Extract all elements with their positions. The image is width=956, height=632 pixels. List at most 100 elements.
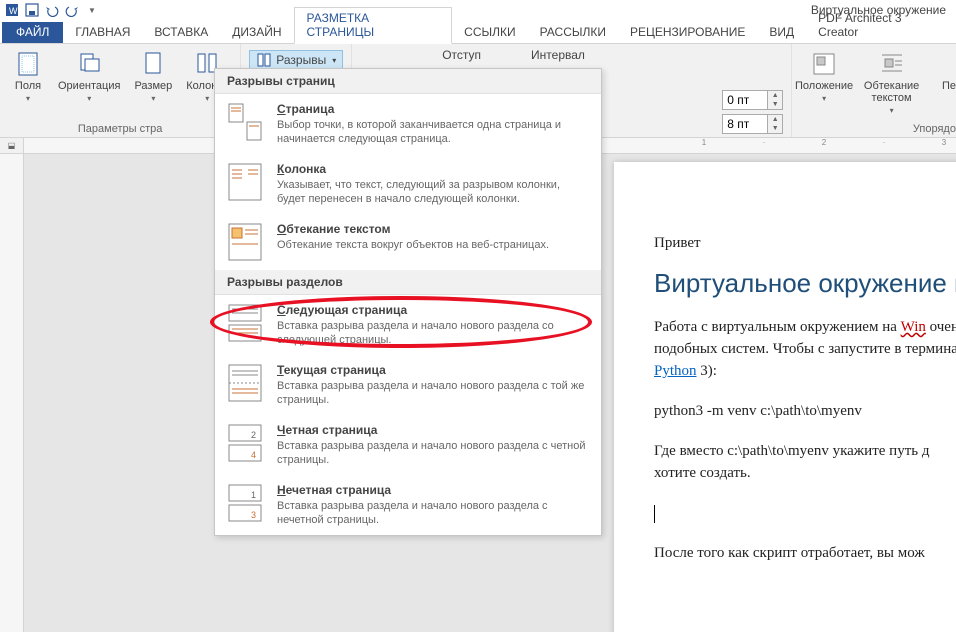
svg-text:3: 3	[251, 510, 256, 520]
continuous-break-icon	[227, 363, 263, 403]
tab-page-layout[interactable]: РАЗМЕТКА СТРАНИЦЫ	[294, 7, 453, 44]
tab-design[interactable]: ДИЗАЙН	[220, 22, 293, 43]
break-odd-page-item[interactable]: 13 Нечетная страницаВставка разрыва разд…	[215, 475, 601, 535]
dropdown-section-section-breaks: Разрывы разделов	[215, 270, 601, 295]
orientation-button[interactable]: Ориентация ▾	[54, 48, 124, 105]
ribbon-tabs: ФАЙЛ ГЛАВНАЯ ВСТАВКА ДИЗАЙН РАЗМЕТКА СТР…	[0, 20, 956, 44]
group-arrange-label: Упорядочение	[913, 121, 956, 135]
break-column-item[interactable]: КолонкаУказывает, что текст, следующий з…	[215, 154, 601, 214]
even-page-break-icon: 24	[227, 423, 263, 463]
spacing-before-spinner[interactable]: ▲▼	[722, 90, 783, 110]
break-column-desc: Указывает, что текст, следующий за разры…	[277, 178, 589, 206]
chevron-down-icon: ▾	[822, 94, 826, 103]
paragraph-3: Где вместо c:\path\to\myenv укажите путь…	[654, 440, 956, 484]
break-even-page-title: Четная страница	[277, 423, 589, 437]
vertical-ruler[interactable]	[0, 154, 24, 632]
breaks-dropdown: Разрывы страниц Страница Выбор точки, в к…	[214, 68, 602, 536]
dropdown-section-page-breaks: Разрывы страниц	[215, 69, 601, 94]
page[interactable]: Привет Виртуальное окружение на Работа с…	[614, 162, 956, 632]
break-odd-page-desc: Вставка разрыва раздела и начало нового …	[277, 499, 589, 527]
redo-icon[interactable]	[64, 2, 80, 18]
page-break-icon	[227, 102, 263, 142]
margins-icon	[14, 50, 42, 78]
position-button[interactable]: Положение ▾	[800, 48, 848, 117]
wrap-text-label: Обтекание текстом	[858, 80, 925, 104]
spacing-after-input[interactable]	[723, 117, 767, 131]
breaks-button[interactable]: Разрывы ▾	[249, 50, 343, 70]
break-continuous-title: Текущая страница	[277, 363, 589, 377]
tab-references[interactable]: ССЫЛКИ	[452, 22, 527, 43]
spacing-label: Интервал	[531, 48, 585, 62]
break-continuous-item[interactable]: Текущая страницаВставка разрыва раздела …	[215, 355, 601, 415]
svg-text:4: 4	[251, 450, 256, 460]
group-page-setup-label: Параметры стра	[78, 121, 162, 135]
spacing-after-spinner[interactable]: ▲▼	[722, 114, 783, 134]
greeting-text: Привет	[654, 232, 956, 254]
wrap-text-button[interactable]: Обтекание текстом ▾	[854, 48, 929, 117]
orientation-label: Ориентация	[58, 80, 120, 92]
indent-label: Отступ	[442, 48, 481, 62]
odd-page-break-icon: 13	[227, 483, 263, 523]
margins-label: Поля	[15, 80, 41, 92]
text-wrap-break-icon	[227, 222, 263, 262]
breaks-label: Разрывы	[276, 53, 326, 67]
chevron-down-icon: ▾	[205, 94, 209, 103]
size-label: Размер	[134, 80, 172, 92]
break-even-page-desc: Вставка разрыва раздела и начало нового …	[277, 439, 589, 467]
cursor-line	[654, 502, 956, 524]
group-page-setup: Поля ▾ Ориентация ▾ Размер ▾ Колонки ▾ П…	[0, 44, 241, 137]
svg-text:2: 2	[251, 430, 256, 440]
break-page-title: Страница	[277, 102, 589, 116]
heading-1: Виртуальное окружение на	[654, 272, 956, 294]
save-icon[interactable]	[24, 2, 40, 18]
size-button[interactable]: Размер ▾	[130, 48, 176, 105]
break-next-page-title: Следующая страница	[277, 303, 589, 317]
spin-down-icon[interactable]: ▼	[768, 100, 782, 109]
break-odd-page-title: Нечетная страница	[277, 483, 589, 497]
position-icon	[810, 50, 838, 78]
break-text-wrap-item[interactable]: Обтекание текстом Обтекание текста вокруг…	[215, 214, 601, 270]
next-page-break-icon	[227, 303, 263, 343]
margins-button[interactable]: Поля ▾	[8, 48, 48, 105]
tab-review[interactable]: РЕЦЕНЗИРОВАНИЕ	[618, 22, 757, 43]
spin-down-icon[interactable]: ▼	[768, 124, 782, 133]
tab-home[interactable]: ГЛАВНАЯ	[63, 22, 142, 43]
break-next-page-item[interactable]: Следующая страница Вставка разрыва раздел…	[215, 295, 601, 355]
wrap-text-icon	[878, 50, 906, 78]
tab-insert[interactable]: ВСТАВКА	[142, 22, 220, 43]
qat-dropdown-icon[interactable]: ▼	[84, 2, 100, 18]
chevron-down-icon: ▾	[890, 106, 894, 115]
position-label: Положение	[795, 80, 853, 92]
break-page-item[interactable]: Страница Выбор точки, в которой заканчива…	[215, 94, 601, 154]
break-text-wrap-title: Обтекание текстом	[277, 222, 589, 236]
spin-up-icon[interactable]: ▲	[768, 115, 782, 124]
size-icon	[139, 50, 167, 78]
chevron-down-icon: ▾	[332, 56, 336, 65]
break-text-wrap-desc: Обтекание текста вокруг объектов на веб-…	[277, 238, 589, 252]
spin-up-icon[interactable]: ▲	[768, 91, 782, 100]
spacing-before-input[interactable]	[723, 93, 767, 107]
paragraph-1: Работа с виртуальным окружением на Win о…	[654, 316, 956, 382]
quick-access-toolbar: W ▼	[4, 2, 100, 18]
breaks-icon	[256, 52, 272, 68]
word-icon[interactable]: W	[4, 2, 20, 18]
tab-file[interactable]: ФАЙЛ	[2, 22, 63, 43]
tab-mailings[interactable]: РАССЫЛКИ	[528, 22, 618, 43]
bring-forward-button[interactable]: Переместить вперед ▾	[935, 48, 956, 117]
break-even-page-item[interactable]: 24 Четная страницаВставка разрыва раздел…	[215, 415, 601, 475]
group-arrange: Положение ▾ Обтекание текстом ▾ Перемест…	[792, 44, 956, 137]
chevron-down-icon: ▾	[26, 94, 30, 103]
chevron-down-icon: ▾	[87, 94, 91, 103]
break-next-page-desc: Вставка разрыва раздела и начало нового …	[277, 319, 589, 347]
column-break-icon	[227, 162, 263, 202]
undo-icon[interactable]	[44, 2, 60, 18]
svg-text:1: 1	[251, 490, 256, 500]
bring-forward-label: Переместить вперед	[939, 80, 956, 104]
tab-view[interactable]: ВИД	[757, 22, 806, 43]
svg-text:W: W	[9, 6, 18, 16]
chevron-down-icon: ▾	[151, 94, 155, 103]
orientation-icon	[75, 50, 103, 78]
tab-pdf[interactable]: PDF Architect 3 Creator	[806, 8, 956, 43]
break-page-desc: Выбор точки, в которой заканчивается одн…	[277, 118, 589, 146]
ruler-corner[interactable]: ⬓	[0, 138, 24, 154]
